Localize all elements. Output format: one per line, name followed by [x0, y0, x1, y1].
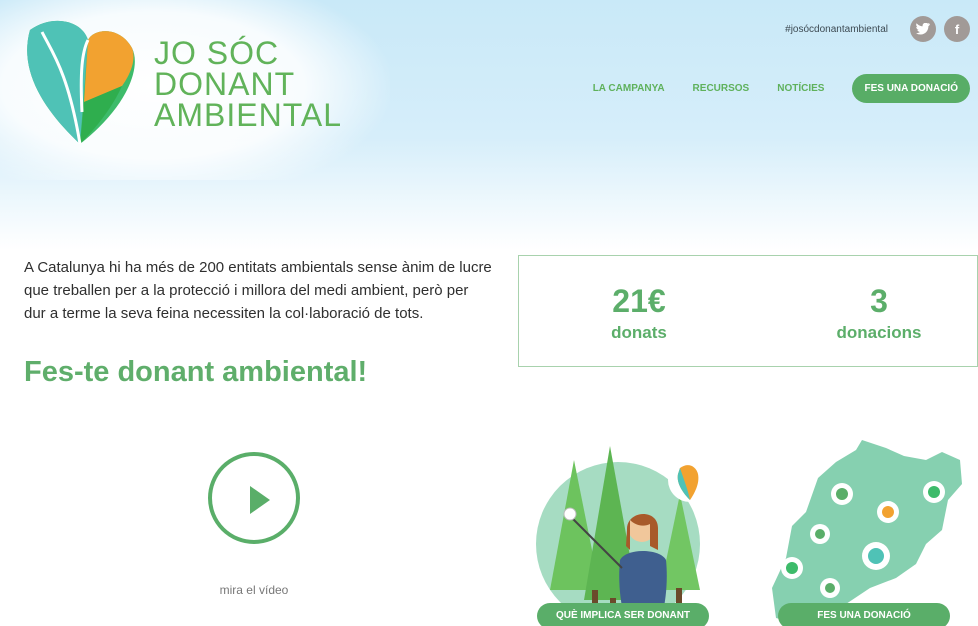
logo-heart-icon — [27, 20, 135, 145]
nav-item-la-campanya[interactable]: LA CAMPANYA — [593, 83, 665, 94]
stat-donations-label: donacions — [836, 323, 922, 342]
nav-item-recursos[interactable]: RECURSOS — [693, 83, 750, 94]
stat-donated-label: donats — [611, 323, 667, 342]
brand-logo[interactable]: JO SÓC DONANT AMBIENTAL — [22, 12, 341, 152]
page-headline: Fes-te donant ambiental! — [24, 356, 368, 388]
nav-item-noticies[interactable]: NOTÍCIES — [777, 83, 824, 94]
catalonia-map-illustration — [772, 440, 962, 626]
donation-stats: 21€ donats 3 donacions — [518, 255, 978, 367]
hashtag-link[interactable]: #josócdonantambiental — [785, 24, 888, 35]
twitter-icon[interactable] — [910, 16, 936, 42]
social-bar: #josócdonantambiental f — [785, 16, 970, 42]
donor-illustration — [536, 446, 712, 626]
stat-donated: 21€ donats — [559, 284, 719, 344]
stat-donations: 3 donacions — [799, 284, 959, 344]
donate-nav-button[interactable]: FES UNA DONACIÓ — [852, 74, 970, 103]
brand-line-1: JO SÓC — [154, 35, 280, 71]
what-it-means-button[interactable]: QUÈ IMPLICA SER DONANT — [537, 603, 709, 626]
video-play-button[interactable] — [208, 452, 300, 544]
donate-card-button[interactable]: FES UNA DONACIÓ — [778, 603, 950, 626]
brand-line-2: DONANT — [154, 66, 296, 102]
video-label[interactable]: mira el vídeo — [208, 583, 300, 597]
play-icon — [250, 486, 270, 514]
facebook-icon[interactable]: f — [944, 16, 970, 42]
stat-donations-value: 3 — [870, 283, 888, 319]
stat-donated-value: 21€ — [612, 283, 666, 319]
intro-paragraph: A Catalunya hi ha més de 200 entitats am… — [24, 259, 492, 322]
main-nav: LA CAMPANYA RECURSOS NOTÍCIES FES UNA DO… — [593, 74, 970, 103]
brand-line-3: AMBIENTAL — [154, 97, 342, 133]
brand-wordmark: JO SÓC DONANT AMBIENTAL — [154, 35, 342, 133]
